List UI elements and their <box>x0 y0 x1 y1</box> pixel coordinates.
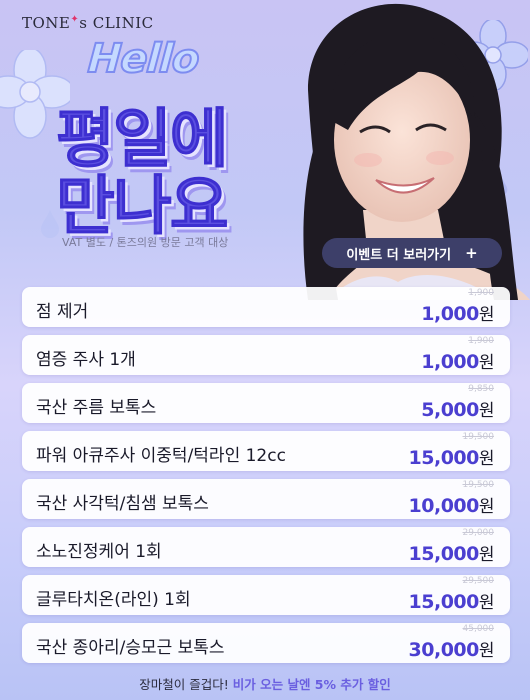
price-row[interactable]: 소노진정케어 1회 29,000 15,000원 <box>22 527 510 567</box>
original-price: 9,850 <box>468 384 494 394</box>
price-row[interactable]: 점 제거 1,900 1,000원 <box>22 287 510 327</box>
sale-price: 5,000원 <box>421 399 494 421</box>
clinic-logo: TONE✦s CLINIC <box>22 14 154 32</box>
sale-price: 1,000원 <box>421 351 494 373</box>
original-price: 19,500 <box>462 432 495 442</box>
logo-text-part1: TONE <box>22 14 71 32</box>
treatment-name: 국산 사각턱/침샘 보톡스 <box>36 494 209 514</box>
sale-price: 15,000원 <box>408 447 495 469</box>
treatment-name: 점 제거 <box>36 302 89 322</box>
logo-star-icon: ✦ <box>70 14 80 25</box>
price-row[interactable]: 파워 아큐주사 이중턱/턱라인 12cc 19,500 15,000원 <box>22 431 510 471</box>
treatment-name: 글루타치온(라인) 1회 <box>36 590 191 610</box>
original-price: 1,900 <box>468 288 494 298</box>
treatment-name: 소노진정케어 1회 <box>36 542 162 562</box>
plus-icon: + <box>465 244 478 262</box>
price-row[interactable]: 염증 주사 1개 1,900 1,000원 <box>22 335 510 375</box>
rainy-day-discount-notice: 장마철이 즐겁다! 비가 오는 날엔 5% 추가 할인 <box>0 674 530 693</box>
treatment-name: 국산 종아리/승모근 보톡스 <box>36 638 225 658</box>
price-row[interactable]: 글루타치온(라인) 1회 29,500 15,000원 <box>22 575 510 615</box>
original-price: 45,000 <box>462 624 495 634</box>
original-price: 1,900 <box>468 336 494 346</box>
sale-price: 30,000원 <box>408 639 495 661</box>
hello-heading: Hello <box>85 35 201 83</box>
more-events-button[interactable]: 이벤트 더 보러가기 + <box>322 238 502 268</box>
treatment-name: 국산 주름 보톡스 <box>36 398 157 418</box>
original-price: 29,500 <box>462 576 495 586</box>
treatment-name: 염증 주사 1개 <box>36 350 136 370</box>
price-row[interactable]: 국산 종아리/승모근 보톡스 45,000 30,000원 <box>22 623 510 663</box>
vat-notice: VAT 별도 / 톤즈의원 방문 고객 대상 <box>62 236 229 249</box>
footer-prefix: 장마철이 즐겁다! <box>139 677 233 692</box>
logo-text-part2: s CLINIC <box>79 14 154 32</box>
sale-price: 1,000원 <box>421 303 494 325</box>
more-events-label: 이벤트 더 보러가기 <box>346 247 452 263</box>
price-row[interactable]: 국산 사각턱/침샘 보톡스 19,500 10,000원 <box>22 479 510 519</box>
sale-price: 15,000원 <box>408 543 495 565</box>
price-row[interactable]: 국산 주름 보톡스 9,850 5,000원 <box>22 383 510 423</box>
sale-price: 15,000원 <box>408 591 495 613</box>
event-banner: TONE✦s CLINIC Hello 평일에 만나요 VAT 별도 / 톤즈의… <box>0 0 530 700</box>
original-price: 19,500 <box>462 480 495 490</box>
sale-price: 10,000원 <box>408 495 495 517</box>
original-price: 29,000 <box>462 528 495 538</box>
treatment-name: 파워 아큐주사 이중턱/턱라인 12cc <box>36 446 286 466</box>
price-list: 점 제거 1,900 1,000원 염증 주사 1개 1,900 1,000원 … <box>22 287 510 671</box>
footer-highlight: 비가 오는 날엔 5% 추가 할인 <box>232 677 391 692</box>
